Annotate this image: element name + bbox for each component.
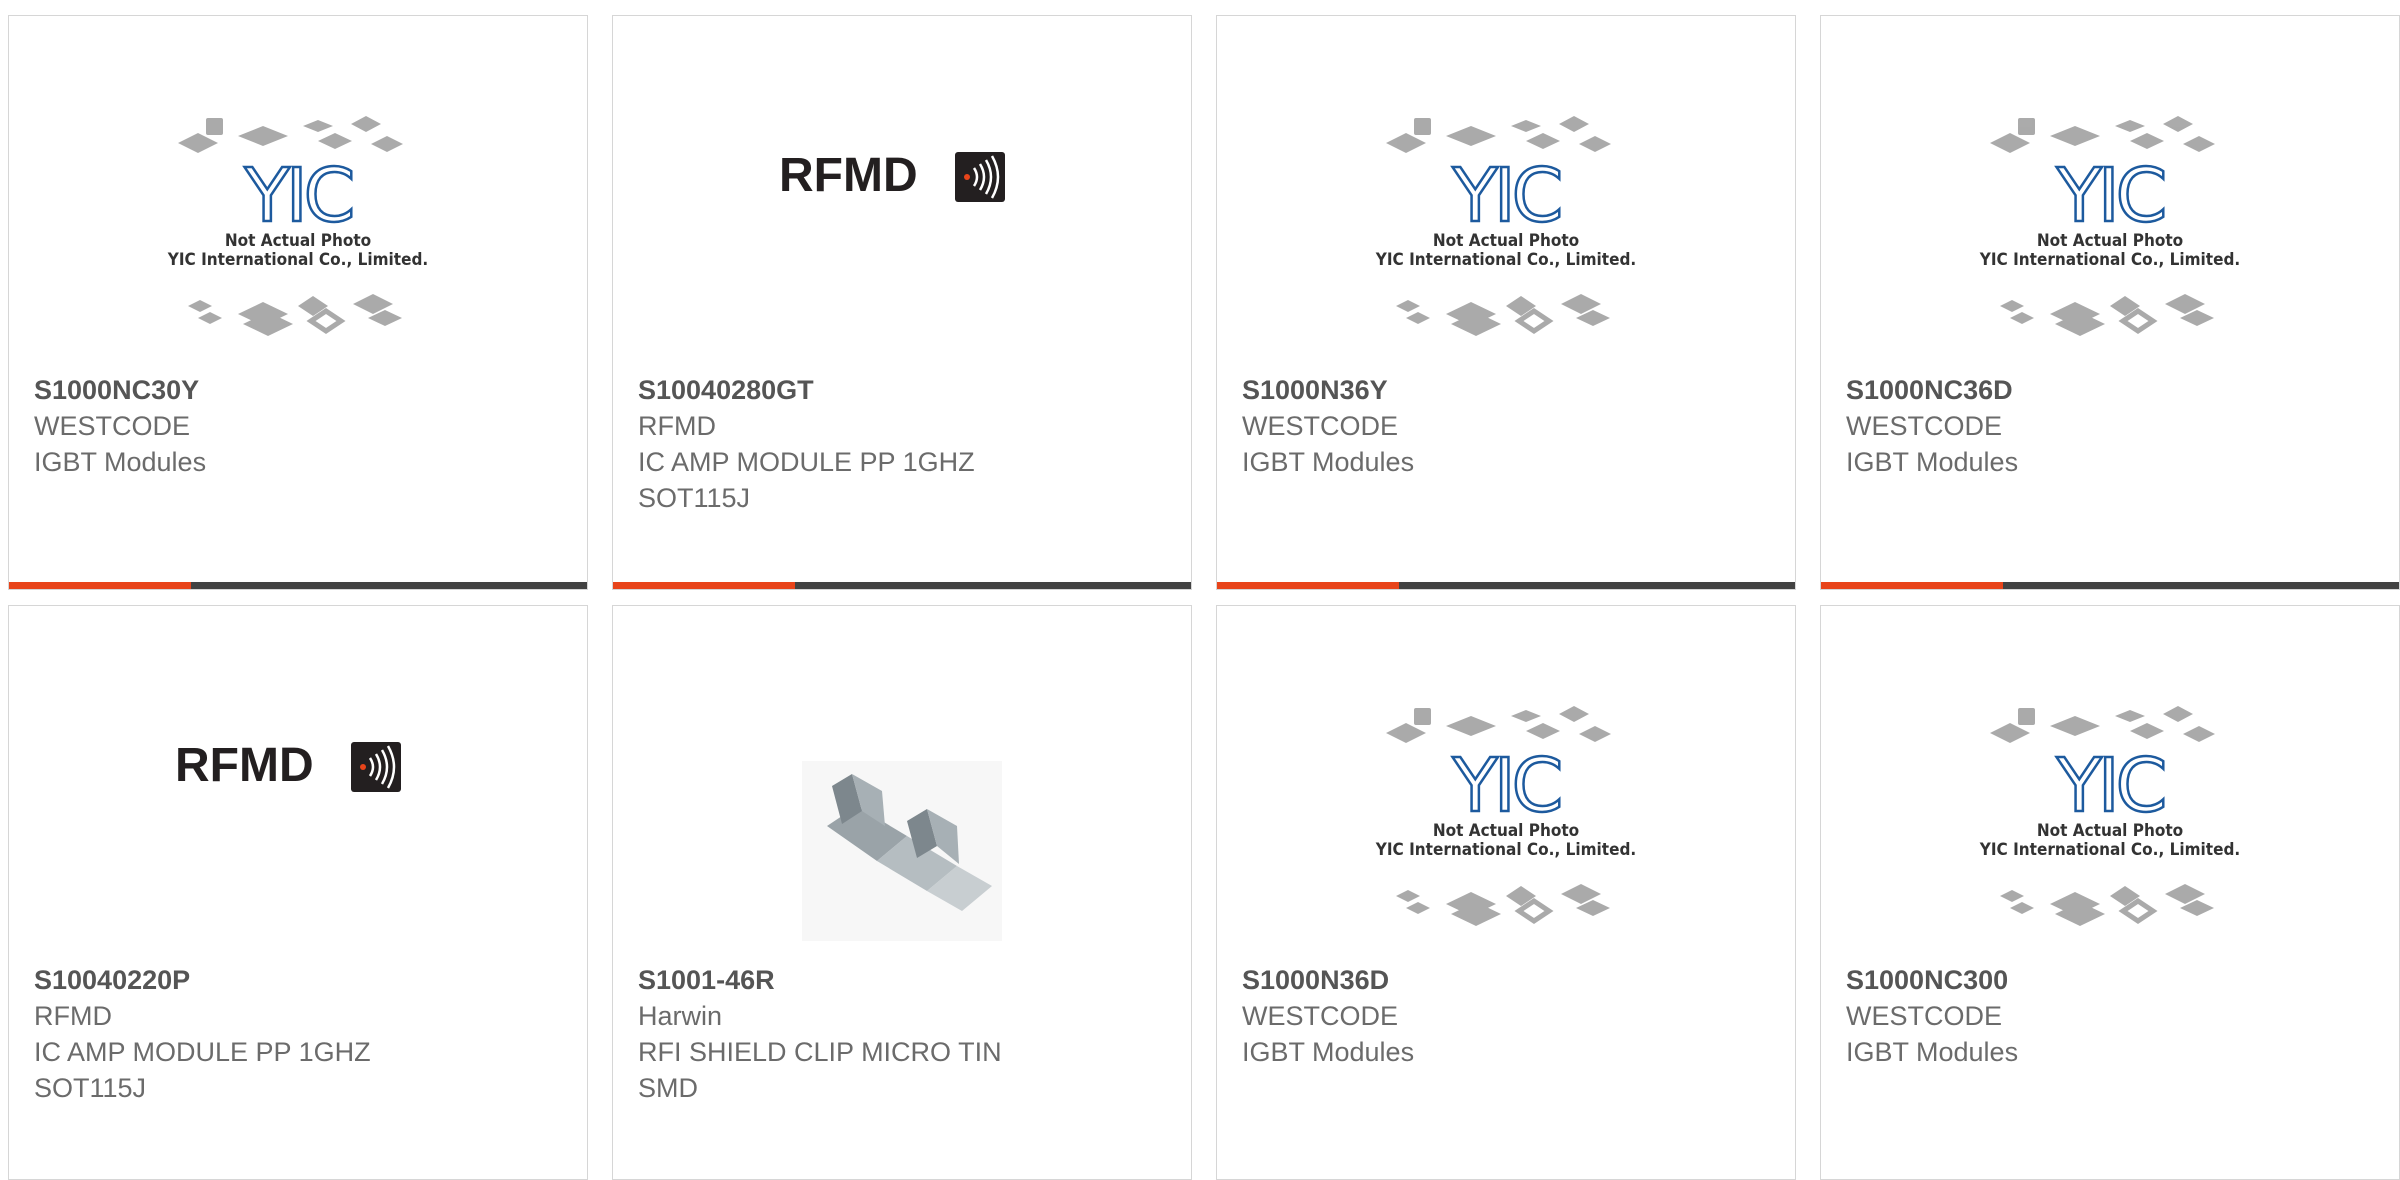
part-number[interactable]: S10040280GT — [638, 372, 1171, 408]
card-progress-bar — [1217, 582, 1795, 589]
product-info: S10040280GT RFMD IC AMP MODULE PP 1GHZ S… — [638, 372, 1171, 516]
rfmd-logo-icon: RFMD — [163, 686, 433, 941]
manufacturer: WESTCODE — [1846, 1001, 2003, 1031]
product-card[interactable]: YIC Not Actual Photo YIC International C… — [1216, 15, 1796, 590]
description: IGBT Modules — [1846, 447, 2019, 477]
yic-logo: YIC — [1452, 153, 1560, 239]
card-progress-bar — [1821, 582, 2399, 589]
placeholder-company: YIC International Co., Limited. — [1979, 840, 2240, 860]
description: RFI SHIELD CLIP MICRO TIN SMD — [638, 1037, 1002, 1103]
rfmd-logo-text: RFMD — [175, 739, 314, 792]
product-grid: YIC Not Actual Photo YIC International C… — [0, 0, 2400, 1180]
placeholder-caption: Not Actual Photo — [1433, 231, 1579, 251]
manufacturer: Harwin — [638, 1001, 723, 1031]
description: IC AMP MODULE PP 1GHZ SOT115J — [34, 1037, 371, 1103]
card-progress-bar — [613, 582, 1191, 589]
product-card[interactable]: YIC Not Actual Photo YIC International C… — [1820, 15, 2400, 590]
placeholder-company: YIC International Co., Limited. — [1979, 250, 2240, 270]
product-info: S1001-46R Harwin RFI SHIELD CLIP MICRO T… — [638, 962, 1171, 1106]
manufacturer: WESTCODE — [34, 411, 191, 441]
yic-placeholder-icon: YIC Not Actual Photo YIC International C… — [1975, 686, 2245, 941]
manufacturer: WESTCODE — [1242, 1001, 1399, 1031]
yic-placeholder-icon: YIC Not Actual Photo YIC International C… — [1371, 686, 1641, 941]
manufacturer: RFMD — [34, 1001, 112, 1031]
product-info: S10040220P RFMD IC AMP MODULE PP 1GHZ SO… — [34, 962, 567, 1106]
card-progress-accent — [613, 582, 795, 589]
product-card[interactable]: RFMD S10040220P RFMD IC AMP MODULE PP 1G… — [8, 605, 588, 1180]
description: IGBT Modules — [1242, 447, 1415, 477]
card-progress-accent — [1217, 582, 1399, 589]
yic-logo: YIC — [1452, 743, 1560, 829]
part-number[interactable]: S1000NC30Y — [34, 372, 567, 408]
description: IGBT Modules — [1242, 1037, 1415, 1067]
product-card[interactable]: YIC Not Actual Photo YIC International C… — [1216, 605, 1796, 1180]
product-info: S1000NC300 WESTCODE IGBT Modules — [1846, 962, 2379, 1070]
card-progress-accent — [1821, 582, 2003, 589]
rfmd-logo-text: RFMD — [779, 149, 918, 202]
part-number[interactable]: S1001-46R — [638, 962, 1171, 998]
part-number[interactable]: S1000NC300 — [1846, 962, 2379, 998]
product-info: S1000N36D WESTCODE IGBT Modules — [1242, 962, 1775, 1070]
description: IGBT Modules — [1846, 1037, 2019, 1067]
description: IGBT Modules — [34, 447, 207, 477]
placeholder-company: YIC International Co., Limited. — [167, 250, 428, 270]
placeholder-caption: Not Actual Photo — [2037, 231, 2183, 251]
placeholder-caption: Not Actual Photo — [2037, 821, 2183, 841]
placeholder-caption: Not Actual Photo — [225, 231, 371, 251]
product-info: S1000NC30Y WESTCODE IGBT Modules — [34, 372, 567, 480]
yic-placeholder-icon: YIC Not Actual Photo YIC International C… — [163, 96, 433, 351]
product-card[interactable]: YIC Not Actual Photo YIC International C… — [1820, 605, 2400, 1180]
rfmd-logo-icon: RFMD — [767, 96, 1037, 351]
placeholder-company: YIC International Co., Limited. — [1375, 840, 1636, 860]
placeholder-caption: Not Actual Photo — [1433, 821, 1579, 841]
part-number[interactable]: S1000N36D — [1242, 962, 1775, 998]
product-info: S1000N36Y WESTCODE IGBT Modules — [1242, 372, 1775, 480]
shield-clip-photo-icon — [767, 686, 1037, 941]
placeholder-company: YIC International Co., Limited. — [1375, 250, 1636, 270]
description: IC AMP MODULE PP 1GHZ SOT115J — [638, 447, 975, 513]
yic-logo: YIC — [244, 153, 352, 239]
yic-placeholder-icon: YIC Not Actual Photo YIC International C… — [1371, 96, 1641, 351]
card-progress-accent — [9, 582, 191, 589]
product-info: S1000NC36D WESTCODE IGBT Modules — [1846, 372, 2379, 480]
product-card[interactable]: RFMD S10040280GT RFMD IC AMP MODULE PP 1… — [612, 15, 1192, 590]
product-card[interactable]: YIC Not Actual Photo YIC International C… — [8, 15, 588, 590]
yic-placeholder-icon: YIC Not Actual Photo YIC International C… — [1975, 96, 2245, 351]
part-number[interactable]: S1000N36Y — [1242, 372, 1775, 408]
manufacturer: WESTCODE — [1846, 411, 2003, 441]
product-card[interactable]: S1001-46R Harwin RFI SHIELD CLIP MICRO T… — [612, 605, 1192, 1180]
card-progress-bar — [9, 582, 587, 589]
part-number[interactable]: S1000NC36D — [1846, 372, 2379, 408]
yic-logo: YIC — [2056, 743, 2164, 829]
yic-logo: YIC — [2056, 153, 2164, 239]
manufacturer: WESTCODE — [1242, 411, 1399, 441]
part-number[interactable]: S10040220P — [34, 962, 567, 998]
manufacturer: RFMD — [638, 411, 716, 441]
